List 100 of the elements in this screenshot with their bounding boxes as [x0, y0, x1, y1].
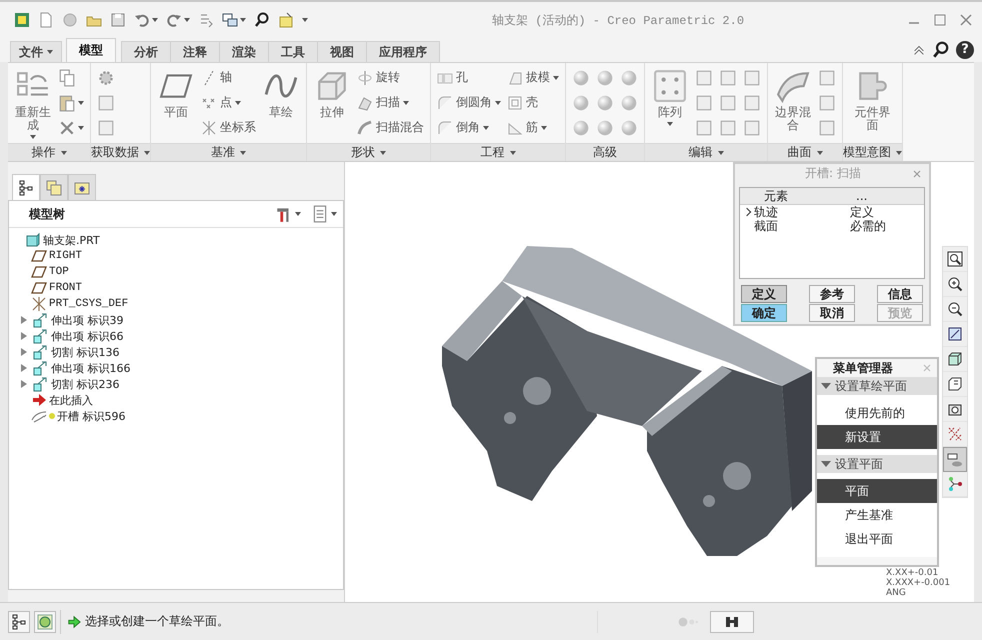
sphere-button[interactable] [572, 118, 590, 136]
expand-arrow-icon[interactable] [21, 380, 27, 388]
app-logo-button[interactable] [12, 10, 32, 30]
square-button[interactable] [695, 68, 713, 86]
tool-button[interactable]: 坐标系 [201, 119, 256, 136]
dialog-button[interactable]: 定义 [741, 285, 787, 303]
tool-button[interactable]: 壳 [507, 94, 559, 111]
sphere-button[interactable] [620, 118, 638, 136]
ribbon-tab[interactable]: 分析 [121, 41, 171, 62]
tool-button[interactable]: 边界混合 [774, 65, 812, 140]
square-button[interactable] [719, 118, 737, 136]
tool-button[interactable]: 拉伸 [313, 65, 351, 140]
dialog-button[interactable]: 参考 [809, 285, 855, 303]
sphere-button[interactable] [596, 94, 614, 112]
table-row[interactable]: 轨迹 定义 [740, 205, 924, 220]
menu-section-header[interactable]: 设置平面 [817, 455, 937, 473]
tool-button[interactable]: 倒角 [437, 119, 501, 136]
tree-item[interactable]: TOP [19, 264, 343, 280]
search-icon[interactable] [932, 41, 950, 59]
tool-button[interactable]: 筋 [507, 119, 559, 136]
tree-item[interactable]: 伸出项 标识39 [19, 312, 343, 328]
sphere-button[interactable] [620, 94, 638, 112]
table-row[interactable]: 截面 必需的 [740, 219, 924, 234]
ribbon-tab[interactable]: 应用程序 [366, 41, 440, 62]
tool-button[interactable]: 点 [201, 94, 256, 111]
tool-button[interactable]: 轴 [201, 69, 256, 86]
tool-button[interactable]: 扫描 [357, 94, 424, 111]
menu-section-header[interactable]: 设置草绘平面 [817, 377, 937, 395]
dialog-button[interactable]: 信息 [877, 285, 923, 303]
tree-item[interactable]: FRONT [19, 280, 343, 296]
group-menu[interactable]: 编辑 [645, 143, 767, 161]
group-menu[interactable]: 获取数据 [91, 143, 150, 161]
dialog-button[interactable]: 取消 [809, 304, 855, 322]
square-button[interactable] [743, 118, 761, 136]
annotation-display-button[interactable] [943, 447, 967, 472]
close-button[interactable] [958, 12, 974, 28]
close-button[interactable] [911, 168, 923, 180]
tree-item[interactable]: PRT_CSYS_DEF [19, 296, 343, 312]
menu-item[interactable]: 产生基准 [817, 503, 937, 527]
menu-item[interactable]: 新设置 [817, 425, 937, 449]
square-button[interactable] [818, 118, 836, 136]
tree-item[interactable]: 开槽 标识596 [19, 408, 343, 424]
find-button[interactable] [710, 610, 754, 632]
tool-button[interactable]: 扫描混合 [357, 119, 424, 136]
ribbon-tab[interactable]: 视图 [317, 41, 367, 62]
help-button[interactable]: ? [956, 41, 974, 59]
delete-button[interactable] [58, 118, 84, 136]
tree-item[interactable]: RIGHT [19, 248, 343, 264]
square-button[interactable] [695, 94, 713, 112]
group-menu[interactable]: 模型意图 [843, 143, 902, 161]
tool-button[interactable]: 旋转 [357, 69, 424, 86]
sphere-button[interactable] [572, 68, 590, 86]
expand-arrow-icon[interactable] [21, 348, 27, 356]
tree-item[interactable]: 在此插入 [19, 392, 343, 408]
dialog-button[interactable]: 确定 [741, 304, 787, 322]
expand-arrow-icon[interactable] [21, 364, 27, 372]
file-menu[interactable]: 文件 [10, 41, 62, 62]
square-button[interactable] [743, 94, 761, 112]
group-menu[interactable]: 工程 [431, 143, 565, 161]
customize-button[interactable] [300, 16, 310, 24]
group-menu[interactable]: 高级 [566, 143, 644, 161]
ribbon-tab[interactable]: 模型 [66, 38, 116, 62]
tool-button[interactable]: 拔模 [507, 69, 559, 86]
sphere-button[interactable] [596, 68, 614, 86]
square-button[interactable] [818, 68, 836, 86]
tool-button[interactable]: 倒圆角 [437, 94, 501, 111]
menu-item[interactable]: 退出平面 [817, 527, 937, 551]
ribbon-tab[interactable]: 注释 [170, 41, 220, 62]
tool-button[interactable]: 重新生成 [14, 65, 52, 140]
close-button[interactable] [921, 362, 933, 374]
maximize-button[interactable] [932, 12, 948, 28]
square-button[interactable] [719, 94, 737, 112]
square-button[interactable] [695, 118, 713, 136]
tool-button[interactable]: 孔 [437, 69, 501, 86]
sphere-button[interactable] [620, 68, 638, 86]
group-menu[interactable]: 操作 [8, 143, 90, 161]
collapse-ribbon-icon[interactable] [912, 43, 926, 57]
group-menu[interactable]: 形状 [307, 143, 430, 161]
ribbon-tab[interactable]: 渲染 [219, 41, 269, 62]
menu-item[interactable]: 使用先前的 [817, 401, 937, 425]
panel-tab[interactable] [12, 174, 40, 200]
square-button[interactable] [818, 94, 836, 112]
expand-arrow-icon[interactable] [21, 316, 27, 324]
sphere-button[interactable] [596, 118, 614, 136]
tool-button[interactable]: 元件界面 [849, 65, 896, 140]
menu-item[interactable]: 平面 [817, 479, 937, 503]
tool-button[interactable]: 阵列 [651, 65, 689, 140]
panel-tab[interactable] [68, 174, 96, 200]
sphere-button[interactable] [572, 94, 590, 112]
group-menu[interactable]: 基准 [151, 143, 306, 161]
tree-item[interactable]: 切割 标识136 [19, 344, 343, 360]
square-button[interactable] [743, 68, 761, 86]
browser-toggle-button[interactable] [34, 610, 56, 632]
square-button[interactable] [719, 68, 737, 86]
tree-item[interactable]: 伸出项 标识166 [19, 360, 343, 376]
tool-button[interactable]: 平面 [157, 65, 195, 140]
expand-arrow-icon[interactable] [21, 332, 27, 340]
model-tree-toggle-button[interactable] [8, 610, 30, 632]
tree-item[interactable]: 切割 标识236 [19, 376, 343, 392]
tree-item[interactable]: 轴支架.PRT [13, 232, 343, 248]
